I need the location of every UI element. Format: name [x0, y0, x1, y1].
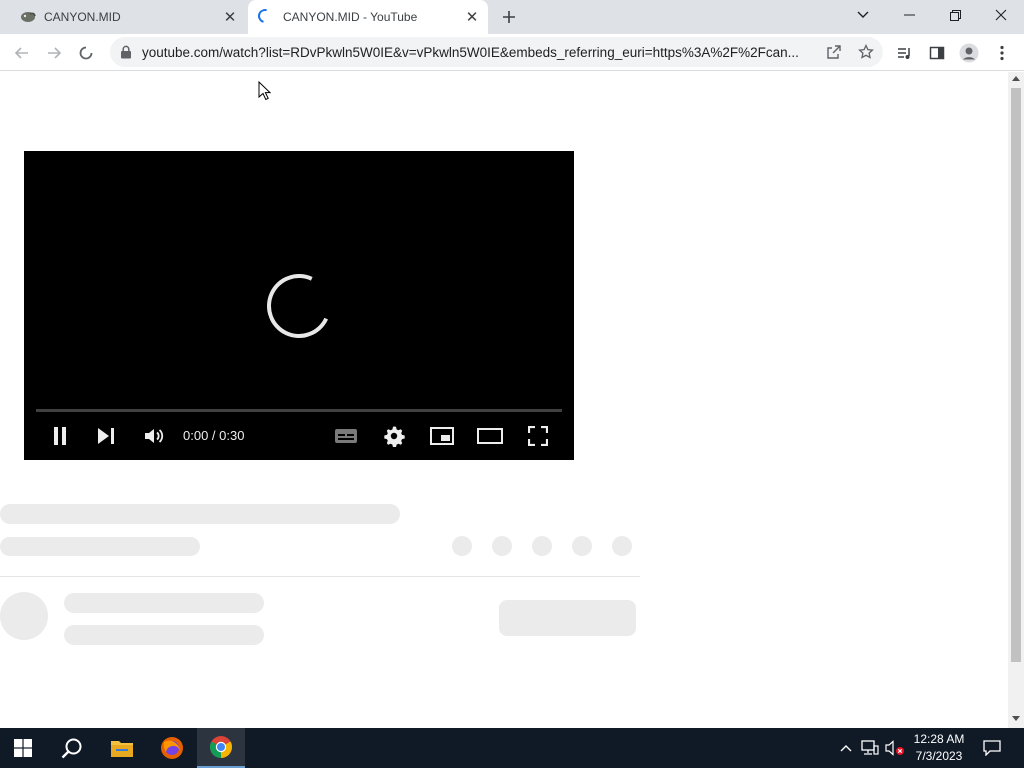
close-icon[interactable]: ✕: [222, 9, 238, 25]
restore-icon[interactable]: [932, 0, 978, 30]
tab-strip: CANYON.MID ✕ CANYON.MID - YouTube ✕: [0, 0, 1024, 34]
close-icon[interactable]: ✕: [464, 9, 480, 25]
windows-start-icon[interactable]: [0, 728, 46, 768]
fullscreen-icon[interactable]: [524, 423, 552, 449]
more-vert-icon[interactable]: [988, 39, 1016, 67]
tab-youtube[interactable]: CANYON.MID - YouTube ✕: [248, 0, 488, 34]
channel-name-placeholder: [64, 593, 264, 613]
theater-icon[interactable]: [476, 423, 504, 449]
plus-icon[interactable]: [497, 5, 521, 29]
network-icon[interactable]: [858, 728, 882, 768]
clock-date: 7/3/2023: [915, 749, 963, 763]
profile-icon[interactable]: [955, 39, 983, 67]
action-placeholder: [612, 536, 632, 556]
action-placeholder: [492, 536, 512, 556]
pause-icon[interactable]: [48, 423, 72, 449]
loading-spinner-icon: [255, 6, 275, 26]
share-icon[interactable]: [824, 42, 844, 62]
chameleon-icon: [20, 9, 36, 25]
firefox-icon[interactable]: [148, 728, 196, 768]
page-scrollbar[interactable]: [1008, 72, 1024, 728]
file-explorer-icon[interactable]: [98, 728, 146, 768]
clock-time: 12:28 AM: [913, 732, 965, 746]
next-icon[interactable]: [94, 423, 118, 449]
tab-title: CANYON.MID - YouTube: [283, 10, 418, 24]
media-queue-icon[interactable]: [891, 39, 919, 67]
video-player[interactable]: 0:00 / 0:30: [24, 151, 574, 460]
action-placeholder: [572, 536, 592, 556]
tab-title: CANYON.MID: [44, 10, 121, 24]
settings-icon[interactable]: [380, 423, 408, 449]
loading-icon[interactable]: [72, 39, 100, 67]
action-placeholder: [532, 536, 552, 556]
subscribe-button-placeholder: [499, 600, 636, 636]
subtitles-icon[interactable]: [332, 423, 360, 449]
scroll-up-icon[interactable]: [1012, 76, 1020, 81]
youtube-page: 0:00 / 0:30: [0, 72, 1008, 728]
mouse-cursor-icon: [258, 80, 272, 106]
time-display: 0:00 / 0:30: [183, 428, 245, 443]
volume-muted-icon[interactable]: [882, 728, 908, 768]
minimize-icon[interactable]: [886, 0, 932, 30]
address-bar[interactable]: youtube.com/watch?list=RDvPkwln5W0IE&v=v…: [110, 37, 883, 67]
volume-icon[interactable]: [141, 423, 167, 449]
subtitle-placeholder: [0, 537, 200, 556]
chevron-down-icon[interactable]: [840, 0, 886, 30]
avatar-placeholder: [0, 592, 48, 640]
subscriber-count-placeholder: [64, 625, 264, 645]
arrow-left-icon[interactable]: [8, 39, 36, 67]
title-placeholder: [0, 504, 400, 524]
tab-canyon-mid[interactable]: CANYON.MID ✕: [8, 0, 246, 34]
arrow-right-icon[interactable]: [40, 39, 68, 67]
progress-bar[interactable]: [36, 409, 562, 412]
close-icon[interactable]: [978, 0, 1024, 30]
search-icon[interactable]: [48, 728, 96, 768]
star-icon[interactable]: [856, 42, 876, 62]
url-text[interactable]: youtube.com/watch?list=RDvPkwln5W0IE&v=v…: [142, 45, 812, 60]
side-panel-icon[interactable]: [923, 39, 951, 67]
action-placeholder: [452, 536, 472, 556]
system-clock[interactable]: 12:28 AM 7/3/2023: [906, 731, 972, 765]
scroll-thumb[interactable]: [1011, 88, 1021, 662]
notification-icon[interactable]: [978, 728, 1006, 768]
browser-toolbar: youtube.com/watch?list=RDvPkwln5W0IE&v=v…: [0, 34, 1024, 71]
chevron-up-icon[interactable]: [836, 728, 856, 768]
loading-spinner-icon: [257, 264, 341, 348]
miniplayer-icon[interactable]: [428, 423, 456, 449]
chrome-icon[interactable]: [197, 728, 245, 768]
windows-taskbar: 12:28 AM 7/3/2023: [0, 728, 1024, 768]
scroll-down-icon[interactable]: [1012, 716, 1020, 721]
lock-icon: [120, 45, 132, 59]
divider: [0, 576, 640, 577]
